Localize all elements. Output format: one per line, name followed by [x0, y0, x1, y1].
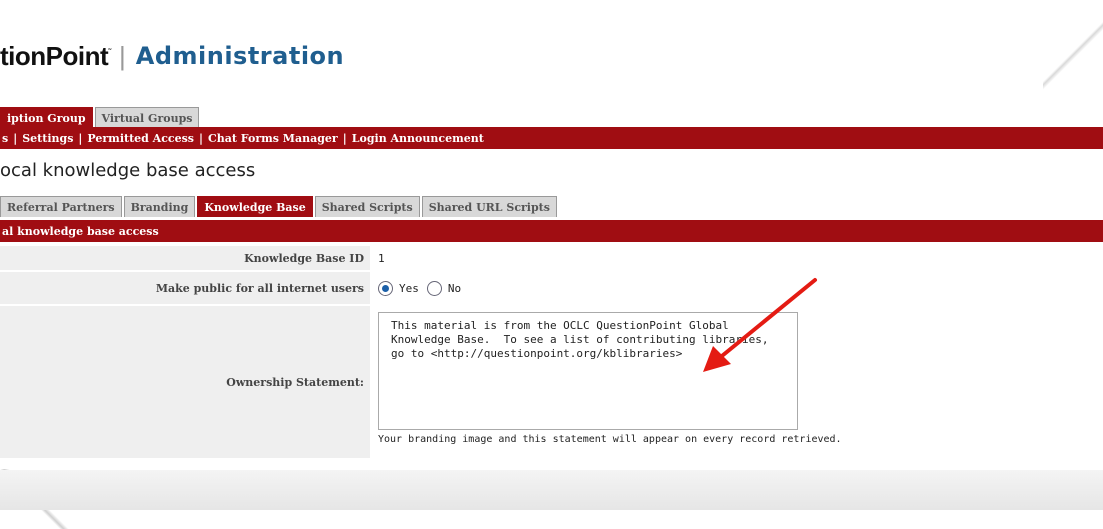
brand-mark: ˜: [108, 46, 111, 58]
tab-shared-scripts[interactable]: Shared Scripts: [314, 196, 420, 217]
nav-link-permitted-access[interactable]: Permitted Access: [87, 132, 194, 145]
tab-referral-partners[interactable]: Referral Partners: [0, 196, 122, 217]
header-section-title: Administration: [135, 42, 345, 70]
form-row-ownership: Ownership Statement: This material is fr…: [0, 306, 1103, 460]
group-tabs: iption Group Virtual Groups: [0, 107, 200, 128]
tab-virtual-groups[interactable]: Virtual Groups: [94, 107, 200, 128]
tab-subscription-group[interactable]: iption Group: [0, 107, 93, 128]
tab-branding[interactable]: Branding: [123, 196, 196, 217]
footer-band: [0, 470, 1103, 510]
admin-nav-bar: s | Settings | Permitted Access | Chat F…: [0, 127, 1103, 149]
kb-id-value: 1: [370, 246, 1103, 270]
annotation-arrow-icon: [703, 278, 817, 372]
tab-shared-url-scripts[interactable]: Shared URL Scripts: [421, 196, 557, 217]
kb-id-label: Knowledge Base ID: [0, 246, 370, 270]
public-yes-label[interactable]: Yes: [399, 282, 419, 295]
public-yes-radio[interactable]: [378, 280, 393, 296]
header-separator: |: [118, 40, 126, 71]
page-title: ocal knowledge base access: [0, 160, 256, 181]
page: tionPoint˜ | Administration iption Group…: [0, 0, 1103, 529]
nav-link-partial[interactable]: s: [2, 132, 8, 145]
nav-link-login-announcement[interactable]: Login Announcement: [352, 132, 484, 145]
tab-knowledge-base[interactable]: Knowledge Base: [197, 196, 313, 217]
ownership-hint: Your branding image and this statement w…: [378, 434, 842, 445]
nav-link-chat-forms-manager[interactable]: Chat Forms Manager: [208, 132, 338, 145]
kb-settings-form: Knowledge Base ID 1 Make public for all …: [0, 246, 1103, 460]
brand-name: tionPoint: [0, 40, 109, 71]
app-header: tionPoint˜ | Administration: [0, 36, 344, 76]
public-no-radio[interactable]: [426, 280, 442, 296]
page-curl-top-right: [1043, 0, 1103, 110]
section-header-bar: al knowledge base access: [0, 220, 1103, 242]
public-label: Make public for all internet users: [0, 272, 370, 304]
form-row-public: Make public for all internet users Yes N…: [0, 272, 1103, 306]
public-no-label[interactable]: No: [448, 282, 461, 295]
ownership-label: Ownership Statement:: [0, 306, 370, 458]
brand-logo: tionPoint˜: [0, 41, 111, 72]
settings-tabs: Referral Partners Branding Knowledge Bas…: [0, 196, 557, 217]
nav-link-settings[interactable]: Settings: [22, 132, 73, 145]
form-row-kb-id: Knowledge Base ID 1: [0, 246, 1103, 272]
